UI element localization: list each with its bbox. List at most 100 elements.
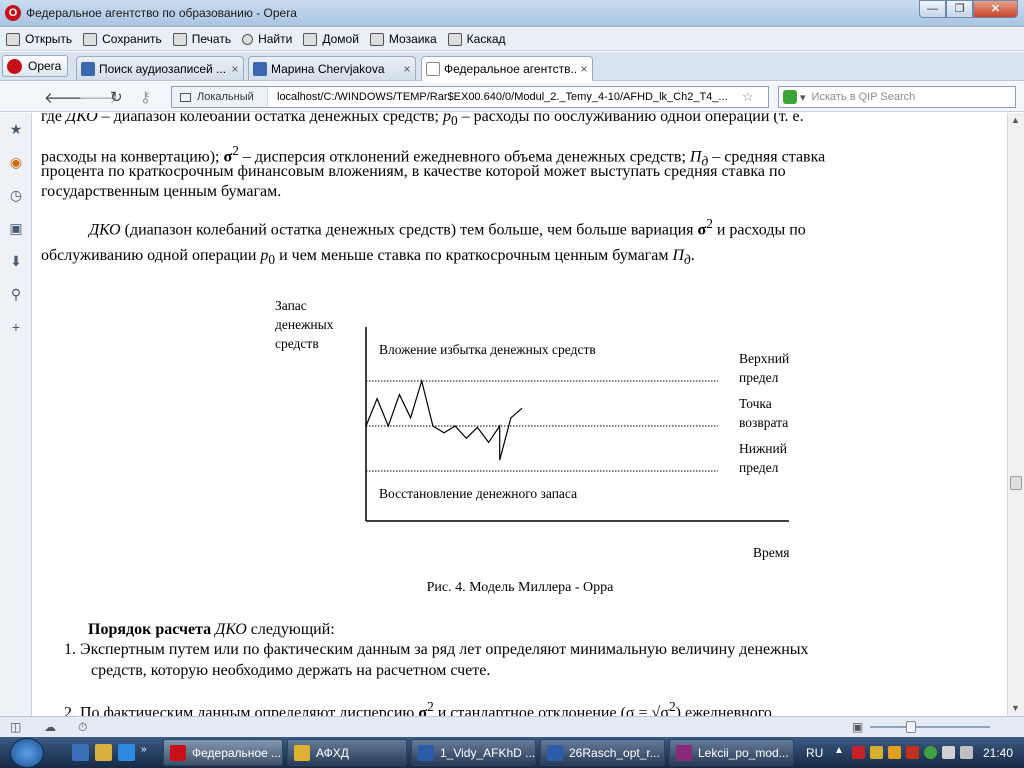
y-axis-label-line: денежных	[275, 317, 334, 332]
zoom-slider[interactable]	[870, 721, 990, 733]
mail-icon[interactable]: ◉	[8, 154, 24, 170]
task-word-1[interactable]: 1_Vidy_AFKhD ...	[411, 739, 536, 766]
tray-antivirus-icon[interactable]	[906, 746, 919, 759]
tab-close-icon[interactable]: ×	[227, 62, 243, 76]
menu-print-label: Печать	[191, 32, 232, 46]
history-icon[interactable]: ◷	[8, 187, 24, 203]
list-item-1-line-2: средств, которую необходимо держать на р…	[91, 662, 491, 679]
menu-find[interactable]: Найти	[242, 32, 292, 46]
menu-print[interactable]: Печать	[172, 32, 232, 46]
task-winrar[interactable]: Lekcii_po_mod...	[669, 739, 794, 766]
text: следующий:	[246, 621, 335, 638]
scroll-thumb[interactable]	[1010, 476, 1022, 490]
tray-network-icon[interactable]	[942, 746, 955, 759]
reload-icon[interactable]: ↻	[110, 88, 123, 106]
chevron-down-icon[interactable]: ▾	[800, 91, 806, 104]
unite-icon[interactable]: ☁	[44, 720, 56, 734]
panel-toggle-icon[interactable]: ◫	[10, 720, 21, 734]
tab-bar: Opera Поиск аудиозаписей ... × Марина Che…	[0, 52, 1024, 125]
key-icon[interactable]: ⚷	[140, 88, 151, 106]
opera-menu-button[interactable]: Opera	[2, 55, 68, 77]
winrar-task-icon	[676, 744, 692, 761]
speed-dial-icon[interactable]: ⏱	[78, 720, 87, 735]
add-panel-icon[interactable]: +	[8, 319, 24, 335]
page-favicon-icon	[426, 62, 440, 76]
scroll-down-icon[interactable]: ▼	[1011, 703, 1020, 713]
opera-task-icon	[170, 744, 186, 761]
list-item-2-line-1: 2. По фактическим данным определяют дисп…	[41, 697, 999, 716]
computer-icon	[180, 92, 191, 102]
search-field[interactable]: ▾ Искать в QIP Search	[778, 86, 1016, 108]
maximize-button[interactable]: ❐	[946, 0, 973, 18]
task-label: 26Rasch_opt_r...	[569, 745, 660, 760]
scroll-up-icon[interactable]: ▲	[1011, 115, 1020, 125]
tab-federal-agency[interactable]: Федеральное агентств... ×	[421, 56, 593, 81]
tray-expand-icon[interactable]: ▲	[834, 745, 847, 758]
zone-top-label: Вложение избытка денежных средств	[379, 342, 596, 357]
window-title: Федеральное агентство по образованию - O…	[26, 6, 297, 20]
tab-audio-search[interactable]: Поиск аудиозаписей ... ×	[76, 56, 244, 80]
tray-qip-icon[interactable]	[924, 746, 937, 759]
language-indicator[interactable]: RU	[806, 746, 823, 760]
tray-volume-icon[interactable]	[960, 746, 973, 759]
search-engine-icon[interactable]	[783, 90, 797, 104]
downloads-icon[interactable]: ⬇	[8, 253, 24, 269]
tray-adobe-icon[interactable]	[852, 746, 865, 759]
notes-icon[interactable]: ▣	[8, 220, 24, 236]
find-icon	[242, 33, 254, 45]
view-icon[interactable]: ▣	[852, 720, 863, 734]
more-icon[interactable]: »	[141, 744, 158, 761]
explorer-icon[interactable]	[95, 744, 112, 761]
show-desktop-icon[interactable]	[72, 744, 89, 761]
tab-label: Федеральное агентств...	[444, 62, 576, 76]
text: обслуживанию одной операции	[41, 247, 261, 264]
task-opera[interactable]: Федеральное ...	[163, 739, 283, 766]
task-label: Lekcii_po_mod...	[698, 745, 789, 760]
bookmark-star-icon[interactable]: ☆	[742, 89, 754, 105]
figure-caption: Рис. 4. Модель Миллера - Орра	[426, 580, 614, 595]
dko-symbol: ДКО	[66, 113, 98, 125]
start-button[interactable]	[10, 738, 44, 768]
text: – диапазон колебаний остатка денежных ср…	[97, 113, 443, 125]
menu-home[interactable]: Домой	[303, 32, 359, 46]
address-field[interactable]: Локальный localhost/C:/WINDOWS/TEMP/Rar$…	[171, 86, 769, 108]
paragraph-line-1: где ДКО – диапазон колебаний остатка ден…	[41, 113, 999, 131]
tray-security-icon[interactable]	[888, 746, 901, 759]
minimize-button[interactable]: —	[919, 0, 946, 18]
tile-icon	[369, 32, 384, 46]
p0-symbol: p	[442, 113, 451, 125]
search-panel-icon[interactable]: ⚲	[8, 286, 24, 302]
dko-symbol: ДКО	[89, 221, 121, 239]
zoom-knob[interactable]	[906, 721, 916, 733]
text: (диапазон колебаний остатка денежных сре…	[120, 221, 698, 239]
subscript: д	[684, 252, 691, 268]
tray-app-icon[interactable]	[870, 746, 883, 759]
security-zone[interactable]: Локальный	[172, 87, 268, 107]
tab-close-icon[interactable]: ×	[399, 62, 415, 76]
menu-tile[interactable]: Мозаика	[369, 32, 437, 46]
word-task-icon	[547, 744, 563, 761]
text: .	[690, 247, 695, 264]
task-word-2[interactable]: 26Rasch_opt_r...	[540, 739, 665, 766]
task-afhd-folder[interactable]: АФХД	[287, 739, 407, 766]
menu-cascade[interactable]: Каскад	[447, 32, 506, 46]
menu-save-label: Сохранить	[102, 32, 162, 46]
paragraph-line-6: обслуживанию одной операции p0 и чем мен…	[41, 246, 999, 270]
paragraph-line-7: Порядок расчета ДКО следующий:	[41, 620, 999, 640]
menu-bar: Открыть Сохранить Печать Найти Домой Моз…	[0, 28, 1024, 51]
close-window-button[interactable]: ✕	[973, 0, 1018, 18]
menu-open[interactable]: Открыть	[6, 32, 72, 46]
media-player-icon[interactable]	[118, 744, 135, 761]
sigma-symbol: σ	[697, 221, 707, 239]
clock[interactable]: 21:40	[983, 746, 1013, 760]
vertical-scrollbar[interactable]: ▲ ▼	[1007, 113, 1024, 716]
tab-close-icon[interactable]: ×	[576, 62, 592, 76]
paragraph-line-5: ДКО (диапазон колебаний остатка денежных…	[41, 214, 999, 240]
menu-save[interactable]: Сохранить	[83, 32, 162, 46]
text: Порядок расчета	[88, 621, 216, 638]
x-axis-label: Время	[753, 545, 790, 560]
url-text[interactable]: localhost/C:/WINDOWS/TEMP/Rar$EX00.640/0…	[268, 91, 738, 103]
tab-marina[interactable]: Марина Chervjakova ×	[248, 56, 416, 80]
bookmarks-icon[interactable]: ★	[8, 121, 24, 137]
text: ) ежедневного	[675, 704, 772, 716]
